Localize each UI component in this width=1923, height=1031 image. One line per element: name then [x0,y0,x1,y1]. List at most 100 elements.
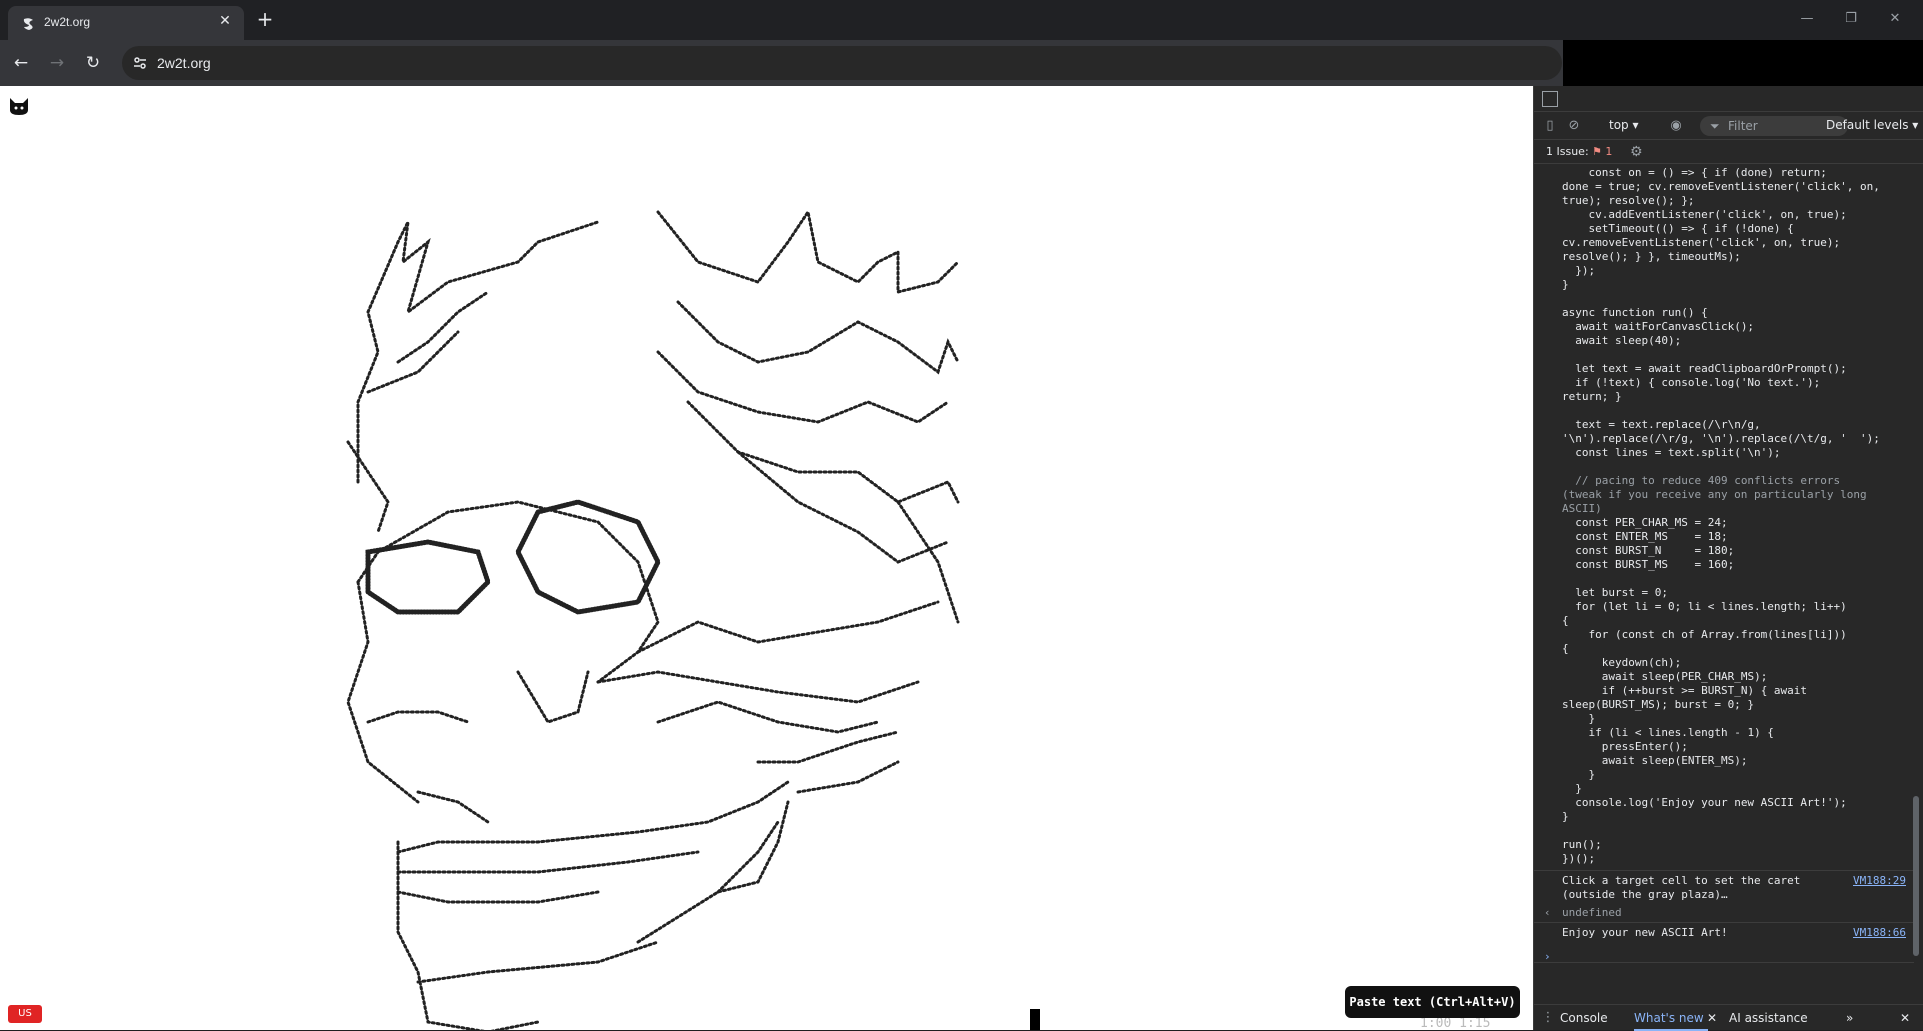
code-line: cv.addEventListener('click', on, true); [1562,208,1847,221]
issues-bar[interactable]: 1 Issue: ⚑ 1 ⚙ [1534,140,1923,164]
restore-button[interactable]: ❐ [1836,8,1866,30]
code-line: let burst = 0; [1562,586,1668,599]
return-value: undefined [1562,906,1622,919]
site-settings-icon[interactable] [132,55,148,71]
clear-console-icon[interactable]: ⊘ [1566,118,1582,134]
tab-console[interactable]: Console [1560,1011,1608,1025]
code-line: if (li < lines.length - 1) { [1562,726,1774,739]
context-selector[interactable]: top ▾ [1609,118,1639,132]
tab-whats-new[interactable]: What's new [1634,1011,1704,1025]
code-line: if (++burst >= BURST_N) { await [1562,684,1808,697]
code-line: done = true; cv.removeEventListener('cli… [1562,180,1880,193]
code-line: sleep(BURST_MS); burst = 0; } [1562,698,1755,711]
issue-count: 1 [1605,145,1613,158]
address-bar[interactable]: 2w2t.org [122,46,1562,80]
drawer-menu-icon[interactable]: ⋮ [1540,1010,1556,1026]
code-line: ASCII) [1562,502,1602,515]
sidebar-toggle-icon[interactable]: ▯ [1542,118,1558,134]
code-line: setTimeout(() => { if (!done) { [1562,222,1794,235]
code-line: pressEnter(); [1562,740,1688,753]
more-tabs-icon[interactable]: » [1846,1011,1853,1025]
back-button[interactable]: ← [8,50,34,76]
live-expression-eye-icon[interactable]: ◉ [1668,118,1684,134]
filter-icon: ⏷ [1710,119,1720,133]
code-line: const ENTER_MS = 18; [1562,530,1728,543]
code-line: (tweak if you receive any on particularl… [1562,488,1867,501]
code-line: const PER_CHAR_MS = 24; [1562,516,1728,529]
minimize-button[interactable]: — [1792,8,1822,30]
code-line: }); [1562,264,1596,277]
code-line: // pacing to reduce 409 conflicts errors [1562,474,1841,487]
close-window-button[interactable]: ✕ [1880,8,1910,30]
scrollbar-thumb[interactable] [1913,796,1919,956]
tab-title: 2w2t.org [44,15,91,29]
issues-label: 1 Issue: [1546,145,1589,158]
code-line: const on = () => { if (done) return; [1562,166,1827,179]
tab-whats-new-close-icon[interactable]: ✕ [1707,1011,1717,1025]
code-line: } [1562,782,1582,795]
tab-close-icon[interactable]: ✕ [216,12,234,30]
code-line: } [1562,768,1596,781]
code-line: await sleep(40); [1562,334,1682,347]
reload-button[interactable]: ↻ [80,50,106,76]
code-line: text = text.replace(/\r\n/g, [1562,418,1761,431]
code-line: const BURST_MS = 160; [1562,558,1735,571]
console-divider [1534,870,1914,871]
code-line: async function run() { [1562,306,1708,319]
filter-placeholder: Filter [1728,119,1758,133]
browser-tab[interactable]: 2w2t.org ✕ [8,6,244,40]
issue-count-badge[interactable]: ⚑ 1 [1592,145,1612,158]
code-line: resolve(); } }, timeoutMs); [1562,250,1741,263]
web-page[interactable]: US 1:00 1:15 Paste text (Ctrl+Alt+V) [0,86,1533,1030]
log-message-click-target-source-link[interactable]: VM188:29 [1853,874,1906,888]
tab-ai-assistance[interactable]: AI assistance [1729,1011,1808,1025]
log-message-enjoy: Enjoy your new ASCII Art! [1562,926,1728,939]
code-line: await sleep(PER_CHAR_MS); [1562,670,1768,683]
language-badge[interactable]: US [8,1005,42,1023]
title-bar: 2w2t.org ✕ + — ❐ ✕ [0,0,1923,40]
code-line: for (const ch of Array.from(lines[li])) [1562,628,1847,641]
ascii-art-skull [346,208,960,1030]
log-message-click-target: Click a target cell to set the caret (ou… [1562,874,1801,901]
code-listing: const on = () => { if (done) return; done… [1562,166,1912,866]
console-output[interactable]: const on = () => { if (done) return; done… [1534,166,1914,976]
log-levels-dropdown[interactable]: Default levels ▾ [1826,118,1918,132]
forward-button[interactable]: → [44,50,70,76]
code-line: await sleep(ENTER_MS); [1562,754,1748,767]
code-line: const lines = text.split('\n'); [1562,446,1781,459]
devtools-drawer: ⋮ Console What's new ✕ AI assistance » ✕ [1534,1004,1923,1031]
code-line: if (!text) { console.log('No text.'); [1562,376,1821,389]
console-scrollbar[interactable] [1912,166,1920,976]
code-line: run(); [1562,838,1602,851]
code-line: let text = await readClipboardOrPrompt()… [1562,362,1847,375]
code-line: { [1562,614,1569,627]
code-line: true); resolve(); }; [1562,194,1695,207]
code-line: console.log('Enjoy your new ASCII Art!')… [1562,796,1847,809]
new-tab-button[interactable]: + [254,9,276,31]
console-divider [1534,962,1914,963]
log-message-enjoy-source-link[interactable]: VM188:66 [1853,926,1906,940]
code-line: await waitForCanvasClick(); [1562,320,1755,333]
code-line: keydown(ch); [1562,656,1682,669]
code-line: } [1562,810,1569,823]
devtools-header [1534,86,1923,112]
code-line: })(); [1562,852,1596,865]
code-line: const BURST_N = 180; [1562,544,1735,557]
code-line: '\n').replace(/\r/g, '\n').replace(/\t/g… [1562,432,1880,445]
return-arrow-icon: ‹ [1544,906,1551,919]
inspect-element-icon[interactable] [1542,91,1558,107]
text-caret [1030,1009,1040,1030]
cat-logo-icon[interactable] [8,96,30,116]
hud-text: 1:00 1:15 [1420,1016,1491,1030]
console-divider [1534,922,1914,923]
close-drawer-icon[interactable]: ✕ [1900,1011,1910,1025]
console-settings-gear-icon[interactable]: ⚙ [1630,144,1643,160]
console-prompt-icon[interactable]: › [1544,950,1551,964]
paste-text-button[interactable]: Paste text (Ctrl+Alt+V) [1345,986,1520,1018]
code-line: { [1562,642,1569,655]
code-line: return; } [1562,390,1622,403]
